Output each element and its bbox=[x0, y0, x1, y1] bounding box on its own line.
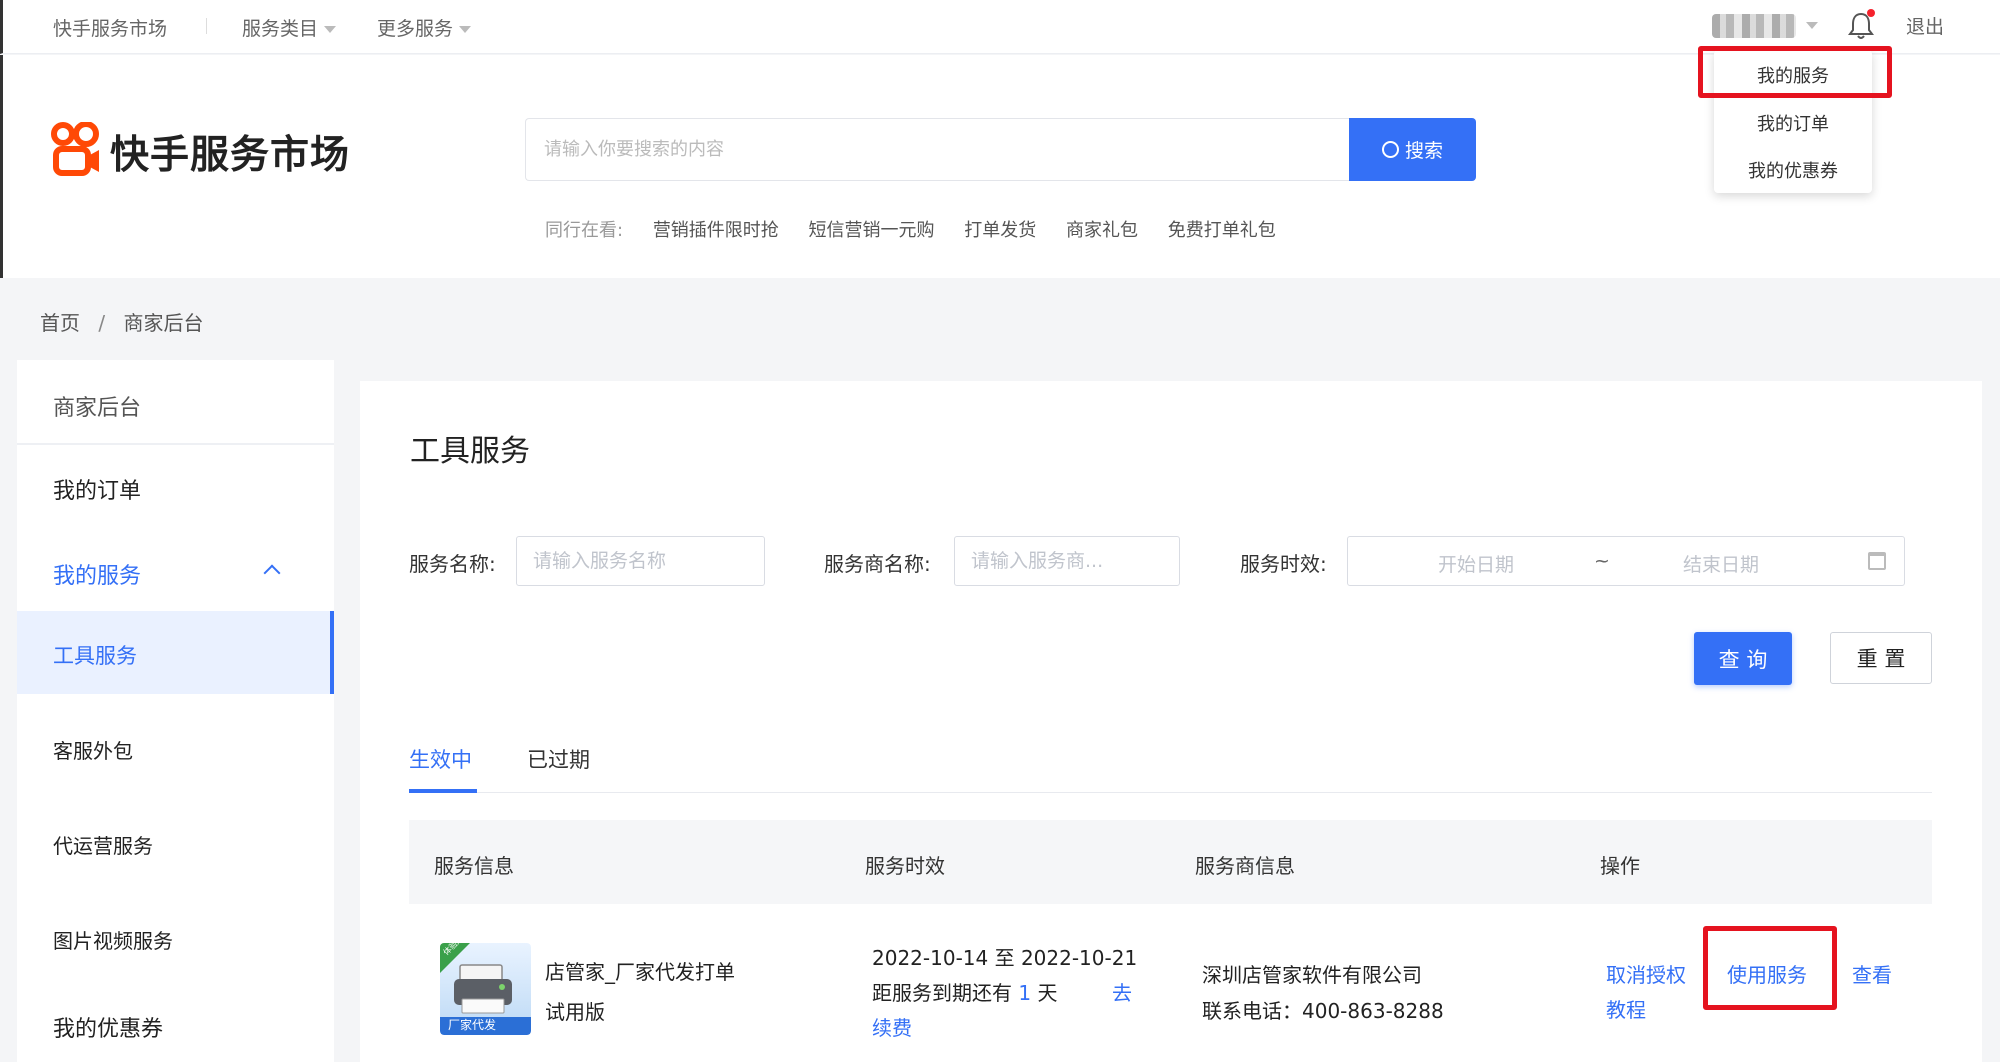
dropdown-item-my-coupons[interactable]: 我的优惠券 bbox=[1714, 157, 1872, 183]
breadcrumb-home[interactable]: 首页 bbox=[40, 311, 80, 335]
date-range-separator: ~ bbox=[1594, 550, 1610, 572]
end-date-input[interactable]: 结束日期 bbox=[1683, 550, 1759, 577]
filter-label-service-name: 服务名称: bbox=[409, 552, 496, 576]
search-input[interactable] bbox=[525, 118, 1351, 181]
sidebar-divider bbox=[17, 443, 334, 445]
breadcrumb-current: 商家后台 bbox=[123, 311, 204, 335]
search-button[interactable]: 搜索 bbox=[1349, 118, 1476, 181]
sidebar-item-operation-services[interactable]: 代运营服务 bbox=[17, 830, 334, 859]
search-icon bbox=[1381, 141, 1399, 158]
kuaishou-logo-icon[interactable] bbox=[50, 122, 102, 176]
tab-expired[interactable]: 已过期 bbox=[527, 744, 590, 774]
column-header-service-info: 服务信息 bbox=[434, 854, 514, 878]
product-thumbnail-badge: 厂家代发 bbox=[448, 1018, 497, 1032]
product-name: 店管家_厂家代发打单 bbox=[545, 960, 735, 984]
cancel-auth-tutorial-link-line2[interactable]: 教程 bbox=[1606, 994, 1646, 1023]
query-button[interactable]: 查 询 bbox=[1694, 632, 1792, 685]
user-account-name[interactable] bbox=[1712, 14, 1796, 38]
logo-text[interactable]: 快手服务市场 bbox=[110, 124, 350, 180]
top-menu-categories-label: 服务类目 bbox=[242, 18, 319, 40]
chevron-down-icon[interactable] bbox=[1806, 22, 1818, 29]
renew-link-part2[interactable]: 续费 bbox=[872, 1012, 912, 1041]
filter-label-vendor-name: 服务商名称: bbox=[824, 552, 931, 576]
hot-tag[interactable]: 营销插件限时抢 bbox=[653, 220, 779, 241]
use-service-link[interactable]: 使用服务 bbox=[1727, 959, 1807, 988]
top-menu-more[interactable]: 更多服务 bbox=[377, 14, 472, 41]
expire-prefix: 距服务到期还有 bbox=[872, 981, 1012, 1005]
tab-active-underline bbox=[409, 789, 477, 793]
service-name-input[interactable] bbox=[516, 536, 765, 586]
sidebar-item-customer-service-outsourcing[interactable]: 客服外包 bbox=[17, 735, 334, 764]
sidebar-item-tool-services[interactable]: 工具服务 bbox=[17, 640, 334, 670]
tab-active[interactable]: 生效中 bbox=[409, 744, 472, 774]
sidebar bbox=[17, 360, 334, 1062]
user-dropdown-menu: 我的服务 我的订单 我的优惠券 bbox=[1714, 50, 1872, 193]
hot-tag[interactable]: 免费打单礼包 bbox=[1168, 220, 1276, 241]
expire-days: 1 bbox=[1018, 981, 1032, 1005]
renew-link-part1[interactable]: 去 bbox=[1112, 977, 1132, 1006]
hot-tag[interactable]: 短信营销一元购 bbox=[809, 220, 935, 241]
hot-search-prefix: 同行在看: bbox=[545, 220, 624, 241]
hot-search-row: 同行在看: 营销插件限时抢 短信营销一元购 打单发货 商家礼包 免费打单礼包 bbox=[545, 216, 1300, 242]
breadcrumb-separator: / bbox=[98, 311, 106, 335]
product-edition: 试用版 bbox=[545, 1000, 605, 1024]
vendor-name-input[interactable] bbox=[954, 536, 1180, 586]
service-expire-info: 距服务到期还有 1 天 bbox=[872, 977, 1057, 1006]
date-range-picker[interactable]: 开始日期 ~ 结束日期 bbox=[1347, 536, 1905, 586]
top-menu-more-label: 更多服务 bbox=[377, 18, 454, 40]
search-button-label: 搜索 bbox=[1404, 140, 1443, 162]
sidebar-item-my-coupons[interactable]: 我的优惠券 bbox=[17, 1011, 334, 1043]
dropdown-item-my-orders[interactable]: 我的订单 bbox=[1714, 110, 1872, 136]
top-menu-categories[interactable]: 服务类目 bbox=[242, 14, 337, 41]
view-link[interactable]: 查看 bbox=[1852, 959, 1892, 988]
service-date-range: 2022-10-14 至 2022-10-21 bbox=[872, 946, 1138, 970]
tabs-baseline bbox=[409, 792, 1932, 793]
chevron-down-icon bbox=[459, 26, 472, 33]
table-header bbox=[409, 820, 1932, 904]
top-bar: 快手服务市场 服务类目 更多服务 bbox=[0, 0, 2000, 54]
top-divider bbox=[206, 18, 207, 34]
vendor-phone: 联系电话：400-863-8288 bbox=[1202, 999, 1444, 1023]
column-header-vendor-info: 服务商信息 bbox=[1195, 854, 1295, 878]
column-header-actions: 操作 bbox=[1600, 854, 1640, 878]
sidebar-item-image-video-services[interactable]: 图片视频服务 bbox=[17, 925, 334, 954]
calendar-icon bbox=[1868, 552, 1886, 570]
sidebar-item-my-orders[interactable]: 我的订单 bbox=[17, 473, 334, 505]
expire-unit: 天 bbox=[1037, 981, 1058, 1005]
dropdown-item-my-services[interactable]: 我的服务 bbox=[1714, 62, 1872, 88]
page-title: 工具服务 bbox=[410, 434, 530, 469]
hot-tag[interactable]: 商家礼包 bbox=[1066, 220, 1138, 241]
chevron-down-icon bbox=[324, 26, 337, 33]
sidebar-item-my-services[interactable]: 我的服务 bbox=[17, 558, 334, 590]
notification-dot bbox=[1867, 9, 1875, 17]
sidebar-item-merchant-backend[interactable]: 商家后台 bbox=[17, 390, 334, 422]
filter-label-service-period: 服务时效: bbox=[1240, 552, 1327, 576]
vendor-name: 深圳店管家软件有限公司 bbox=[1202, 963, 1422, 987]
top-link-market[interactable]: 快手服务市场 bbox=[53, 14, 167, 41]
cancel-auth-tutorial-link[interactable]: 取消授权 bbox=[1606, 959, 1686, 988]
reset-button[interactable]: 重 置 bbox=[1830, 632, 1932, 684]
start-date-input[interactable]: 开始日期 bbox=[1438, 550, 1514, 577]
logout-link[interactable]: 退出 bbox=[1906, 12, 1944, 39]
breadcrumb: 首页 / 商家后台 bbox=[40, 307, 203, 336]
hot-tag[interactable]: 打单发货 bbox=[964, 220, 1036, 241]
column-header-service-period: 服务时效 bbox=[865, 854, 945, 878]
